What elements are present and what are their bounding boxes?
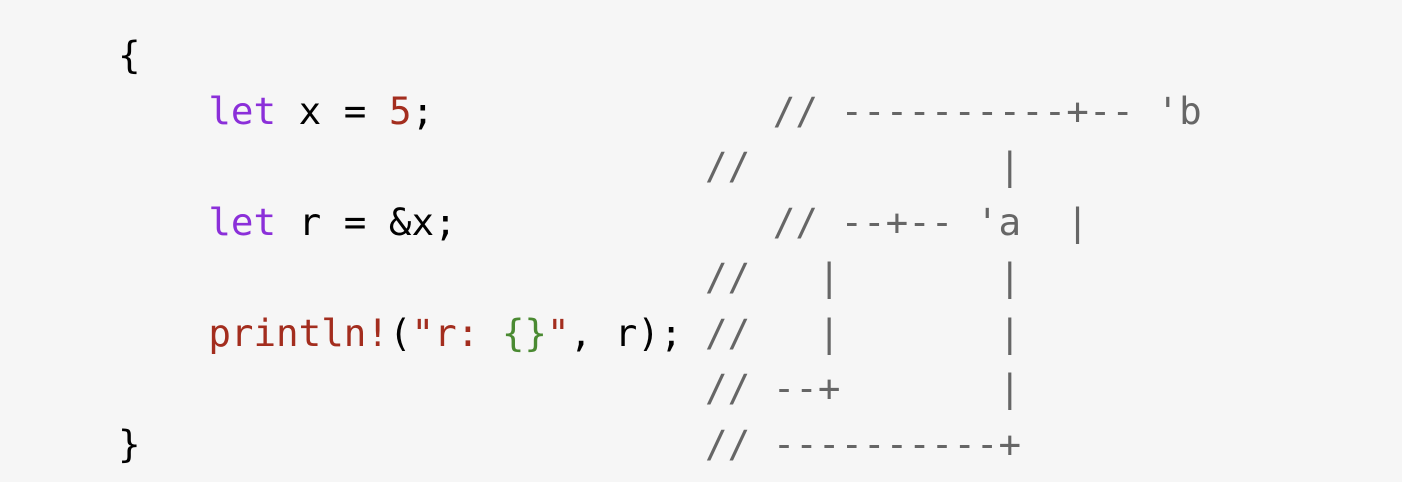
code-block: { let x = 5; // ----------+-- 'b // | le… [0,0,1402,482]
comment-token: // | | [705,310,1022,355]
comment-token: // ----------+ [705,421,1022,466]
code-text: { [118,33,141,77]
comment-token: // | [705,144,1022,188]
comment-token: // | | [705,255,1022,299]
code-text: , r); [569,310,706,355]
keyword-token: let [208,199,277,244]
string-placeholder-token: {} [501,310,547,355]
code-line-7: // --+ | [118,361,1402,417]
comment-token: // --+-- 'a | [772,199,1089,244]
code-text: ; [411,88,773,133]
string-token: " [546,310,570,355]
code-text: ( [388,310,412,355]
code-line-6: println!("r: {}", r); // | | [118,306,1402,362]
comment-token: // --+ | [705,366,1022,410]
code-line-2: let x = 5; // ----------+-- 'b [118,84,1402,140]
code-line-1: { [118,28,1402,84]
code-line-8: } // ----------+ [118,417,1402,473]
code-text: } [118,421,705,466]
code-text: x = [276,88,389,133]
string-token: "r: [411,310,502,355]
code-line-4: let r = &x; // --+-- 'a | [118,195,1402,251]
code-text: r = &x; [276,199,773,244]
number-token: 5 [388,88,412,133]
keyword-token: let [208,88,277,133]
macro-token: println! [208,310,389,355]
code-line-5: // | | [118,250,1402,306]
code-line-3: // | [118,139,1402,195]
comment-token: // ----------+-- 'b [772,88,1202,133]
